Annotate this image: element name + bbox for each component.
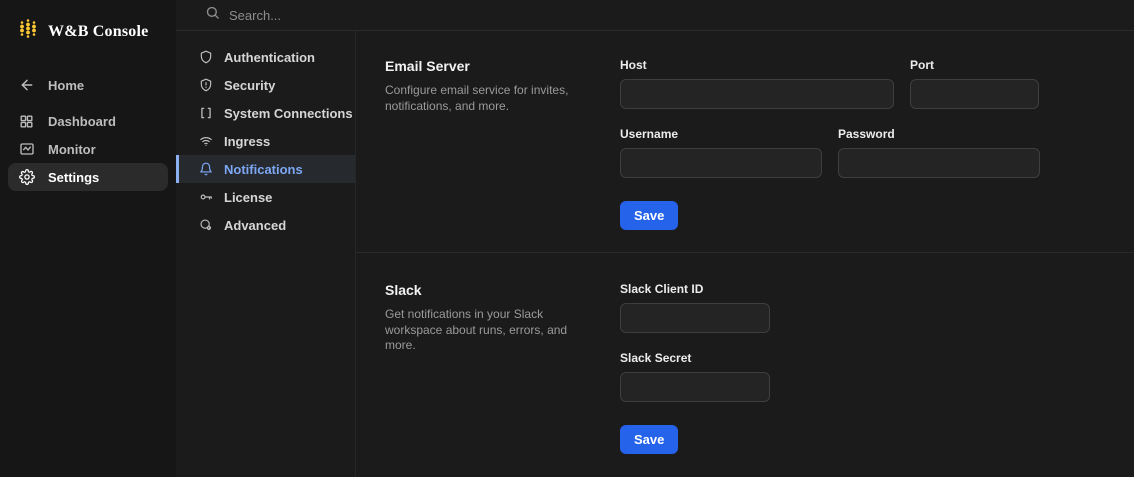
section-title: Slack: [385, 282, 422, 298]
sidebar-item-home[interactable]: Home: [8, 71, 168, 99]
settings-subnav: Authentication Security System Connectio…: [176, 31, 356, 477]
sidebar-item-label: Settings: [48, 169, 100, 185]
email-server-section: Email Server Configure email service for…: [356, 31, 1134, 253]
password-field-group: Password: [838, 127, 1040, 178]
subnav-item-license[interactable]: License: [176, 183, 355, 211]
sidebar-item-label: Monitor: [48, 141, 96, 157]
email-server-info: Email Server Configure email service for…: [385, 58, 620, 252]
slack-form: Slack Client ID Slack Secret Save: [620, 282, 770, 454]
port-input[interactable]: [910, 79, 1039, 109]
primary-sidebar: W&B Console Home Dashboard Monitor Setti…: [0, 0, 176, 477]
sidebar-item-settings[interactable]: Settings: [8, 163, 168, 191]
sidebar-item-label: Home: [48, 77, 85, 93]
slack-secret-label: Slack Secret: [620, 351, 692, 365]
topbar: [176, 0, 1134, 31]
slack-secret-field-group: Slack Secret: [620, 351, 770, 402]
password-input[interactable]: [838, 148, 1040, 178]
brand: W&B Console: [0, 14, 176, 55]
host-field-group: Host: [620, 58, 894, 109]
subnav-item-authentication[interactable]: Authentication: [176, 43, 355, 71]
email-server-form: Host Port Username Password Save: [620, 58, 1040, 252]
email-save-button[interactable]: Save: [620, 201, 679, 230]
slack-client-id-label: Slack Client ID: [620, 282, 704, 296]
section-description: Configure email service for invites, not…: [385, 83, 569, 113]
key-icon: [198, 190, 213, 205]
dashboard-grid-icon: [18, 113, 35, 130]
subnav-item-label: System Connections: [224, 105, 353, 121]
slack-secret-input[interactable]: [620, 372, 770, 402]
app-window: W&B Console Home Dashboard Monitor Setti…: [0, 0, 1134, 477]
primary-nav: Home Dashboard Monitor Settings: [0, 71, 176, 191]
port-field-group: Port: [910, 58, 1039, 109]
content-row: Authentication Security System Connectio…: [176, 31, 1134, 477]
section-description: Get notifications in your Slack workspac…: [385, 307, 568, 353]
username-field-group: Username: [620, 127, 822, 178]
password-label: Password: [838, 127, 895, 141]
settings-main: Email Server Configure email service for…: [356, 31, 1134, 477]
host-input[interactable]: [620, 79, 894, 109]
subnav-item-ingress[interactable]: Ingress: [176, 127, 355, 155]
subnav-item-label: License: [224, 189, 273, 205]
shield-icon: [198, 50, 213, 65]
subnav-item-label: Authentication: [224, 49, 315, 65]
sidebar-item-monitor[interactable]: Monitor: [8, 135, 168, 163]
slack-save-button[interactable]: Save: [620, 425, 679, 454]
sidebar-item-dashboard[interactable]: Dashboard: [8, 107, 168, 135]
sidebar-item-label: Dashboard: [48, 113, 116, 129]
content-region: Authentication Security System Connectio…: [176, 0, 1134, 477]
wandb-dots-logo-icon: [17, 18, 39, 45]
advanced-gear-icon: [198, 218, 213, 233]
search-input[interactable]: [229, 7, 529, 23]
subnav-item-advanced[interactable]: Advanced: [176, 211, 355, 239]
search-bar[interactable]: [205, 5, 1134, 25]
bell-icon: [198, 162, 213, 177]
brackets-icon: [198, 106, 213, 121]
subnav-item-label: Security: [224, 77, 276, 93]
subnav-item-label: Ingress: [224, 133, 271, 149]
subnav-item-label: Notifications: [224, 161, 303, 177]
host-label: Host: [620, 58, 647, 72]
subnav-item-notifications[interactable]: Notifications: [176, 155, 355, 183]
wifi-icon: [198, 134, 213, 149]
back-arrow-icon: [18, 77, 35, 94]
subnav-item-system-connections[interactable]: System Connections: [176, 99, 355, 127]
shield-exclamation-icon: [198, 78, 213, 93]
app-title: W&B Console: [48, 22, 149, 40]
subnav-item-security[interactable]: Security: [176, 71, 355, 99]
gear-icon: [18, 169, 35, 186]
port-label: Port: [910, 58, 934, 72]
slack-client-id-field-group: Slack Client ID: [620, 282, 770, 333]
subnav-item-label: Advanced: [224, 217, 287, 233]
monitor-chart-icon: [18, 141, 35, 158]
search-icon: [205, 5, 220, 25]
username-label: Username: [620, 127, 679, 141]
slack-client-id-input[interactable]: [620, 303, 770, 333]
username-input[interactable]: [620, 148, 822, 178]
slack-info: Slack Get notifications in your Slack wo…: [385, 282, 620, 454]
slack-section: Slack Get notifications in your Slack wo…: [356, 253, 1134, 454]
section-title: Email Server: [385, 58, 470, 74]
